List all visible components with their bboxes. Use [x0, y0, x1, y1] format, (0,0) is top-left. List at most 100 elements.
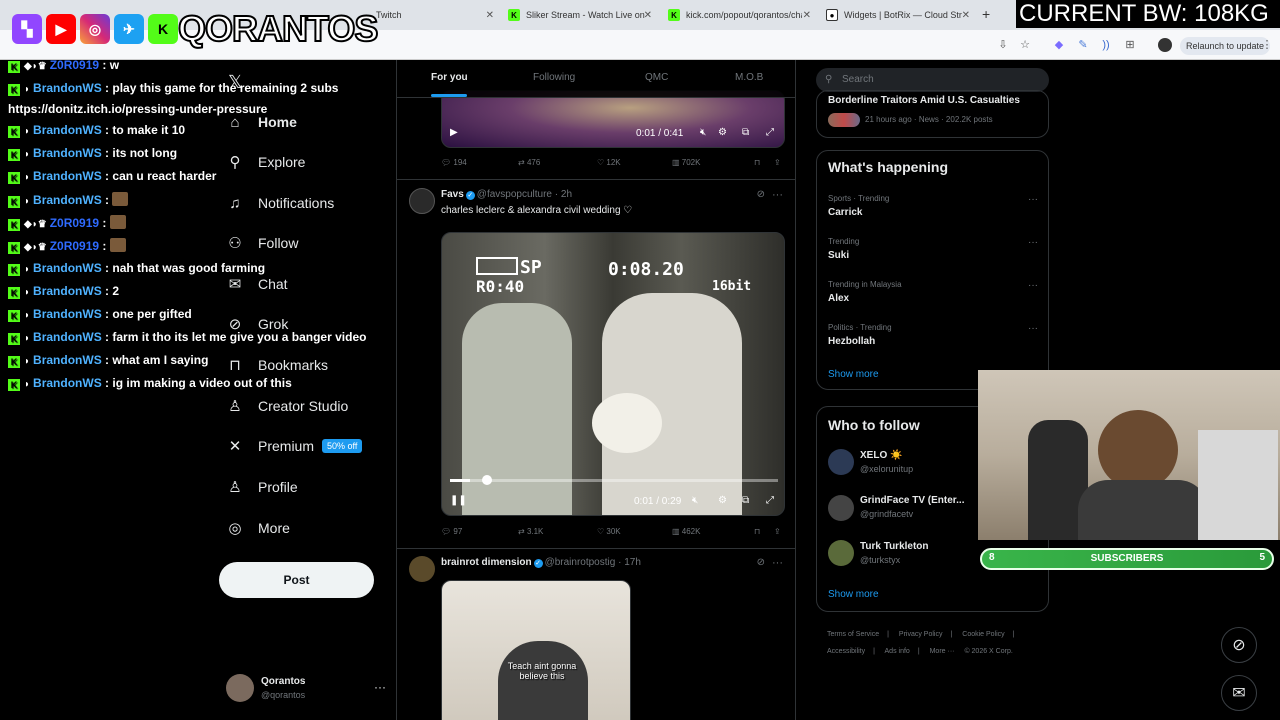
bookmark-icon[interactable]: ⊓ — [754, 158, 760, 167]
author-name[interactable]: Favs — [441, 189, 464, 200]
more-icon[interactable]: ··· — [772, 557, 783, 569]
follow-name[interactable]: XELO ☀️ — [860, 450, 902, 461]
pause-icon[interactable]: ❚❚ — [450, 495, 467, 506]
avatar[interactable] — [409, 188, 435, 214]
chat-username[interactable]: BrandonWS — [33, 81, 102, 95]
chat-username[interactable]: BrandonWS — [33, 353, 102, 367]
chat-username[interactable]: Z0R0919 — [50, 216, 99, 230]
avatar[interactable] — [828, 449, 854, 475]
tweet-video[interactable]: SP R0:40 0:08.20 16bit ❚❚ 0:01 / 0:29 🔇︎… — [441, 232, 785, 516]
chat-username[interactable]: BrandonWS — [33, 307, 102, 321]
tweet-video[interactable]: ▶ 0:01 / 0:41 🔇︎ ⚙ ⧉ ⤢ — [441, 90, 785, 148]
tab-following[interactable]: Following — [533, 72, 575, 83]
show-more-link[interactable]: Show more — [828, 369, 879, 380]
extension-icon[interactable]: ◆ — [1052, 38, 1066, 52]
grok-icon[interactable]: ⊘ — [757, 557, 765, 568]
follow-name[interactable]: GrindFace TV (Enter... — [860, 495, 964, 506]
chat-username[interactable]: Z0R0919 — [50, 58, 99, 72]
more-icon[interactable]: ··· — [1028, 323, 1038, 334]
more-icon[interactable]: ··· — [1028, 237, 1038, 248]
video-scrubber-handle[interactable] — [481, 475, 492, 485]
fullscreen-icon[interactable]: ⤢ — [766, 495, 774, 506]
messages-fab[interactable]: ✉ — [1221, 675, 1257, 711]
pip-icon[interactable]: ⧉ — [742, 495, 749, 506]
footer-link[interactable]: Accessibility — [827, 648, 865, 655]
like-button[interactable]: ♡ 30K — [597, 527, 621, 536]
chat-username[interactable]: BrandonWS — [33, 146, 102, 160]
author-name[interactable]: brainrot dimension — [441, 557, 532, 568]
chat-username[interactable]: BrandonWS — [33, 123, 102, 137]
account-switcher[interactable]: Qorantos @qorantos ··· — [226, 674, 390, 704]
chat-username[interactable]: BrandonWS — [33, 330, 102, 344]
chat-username[interactable]: BrandonWS — [33, 261, 102, 275]
views-stat[interactable]: ▥ 462K — [672, 527, 700, 536]
share-icon[interactable]: ⇪ — [774, 158, 781, 167]
chat-username[interactable]: BrandonWS — [33, 376, 102, 390]
browser-menu-icon[interactable]: ⋮ — [1260, 38, 1274, 52]
video-progress-track[interactable] — [450, 475, 778, 485]
chat-username[interactable]: Z0R0919 — [50, 239, 99, 253]
search-input[interactable]: ⚲ Search — [816, 68, 1049, 92]
grok-fab[interactable]: ⊘ — [1221, 627, 1257, 663]
browser-tab-botrix[interactable]: ● Widgets | BotRix — Cloud Strea ✕ — [826, 4, 970, 26]
settings-icon[interactable]: ⚙ — [718, 495, 727, 506]
mute-icon[interactable]: 🔇︎ — [692, 495, 698, 506]
avatar[interactable] — [409, 556, 435, 582]
browser-tab-twitch[interactable]: Twitch ✕ — [376, 4, 494, 26]
pip-icon[interactable]: ⧉ — [742, 127, 749, 138]
follow-name[interactable]: Turk Turkleton — [860, 541, 929, 552]
profile-avatar[interactable] — [1158, 38, 1172, 52]
browser-tab-sliker[interactable]: K Sliker Stream - Watch Live on K ✕ — [508, 4, 652, 26]
trend-item[interactable]: Alex — [828, 293, 849, 304]
tab-qmc[interactable]: QMC — [645, 72, 668, 83]
extension-icon[interactable]: ✎ — [1076, 38, 1090, 52]
tweet-video[interactable]: Teach aint gonna believe this — [441, 580, 631, 720]
reply-button[interactable]: 💬︎ 97 — [441, 527, 462, 536]
bookmark-icon[interactable]: ⊓ — [754, 527, 760, 536]
fullscreen-icon[interactable]: ⤢ — [766, 127, 774, 138]
views-stat[interactable]: ▥ 702K — [672, 158, 700, 167]
extensions-puzzle-icon[interactable]: ⊞ — [1123, 38, 1137, 52]
trend-item[interactable]: Suki — [828, 250, 849, 261]
post-button[interactable]: Post — [219, 562, 374, 598]
avatar[interactable] — [828, 540, 854, 566]
share-icon[interactable]: ⇪ — [774, 527, 781, 536]
more-icon[interactable]: ··· — [772, 189, 783, 201]
install-app-icon[interactable]: ⇩ — [996, 38, 1010, 52]
close-tab-icon[interactable]: ✕ — [486, 10, 494, 21]
tab-mob[interactable]: M.O.B — [735, 72, 763, 83]
browser-tab-kick-popout[interactable]: K kick.com/popout/qorantos/cha ✕ — [668, 4, 811, 26]
footer-link[interactable]: Terms of Service — [827, 631, 879, 638]
more-icon[interactable]: ··· — [374, 680, 386, 694]
avatar[interactable] — [828, 495, 854, 521]
sidebar-item-more[interactable]: ◎ More — [226, 513, 289, 543]
bookmark-star-icon[interactable]: ☆ — [1018, 38, 1032, 52]
like-button[interactable]: ♡ 12K — [597, 158, 621, 167]
footer-link[interactable]: Privacy Policy — [899, 631, 943, 638]
author-handle[interactable]: @brainrotpostig — [545, 557, 616, 568]
sidebar-item-premium[interactable]: ✕ Premium 50% off — [226, 431, 363, 461]
repost-button[interactable]: ⇄ 3.1K — [518, 527, 543, 536]
show-more-link[interactable]: Show more — [828, 589, 879, 600]
trend-item[interactable]: Hezbollah — [828, 336, 875, 347]
close-tab-icon[interactable]: ✕ — [803, 10, 811, 21]
trend-item[interactable]: Carrick — [828, 207, 862, 218]
chat-username[interactable]: BrandonWS — [33, 193, 102, 207]
chat-username[interactable]: BrandonWS — [33, 284, 102, 298]
tab-for-you[interactable]: For you — [431, 72, 468, 83]
tweet-time[interactable]: · 2h — [555, 189, 572, 200]
more-icon[interactable]: ··· — [1028, 280, 1038, 291]
mute-icon[interactable]: 🔇︎ — [700, 127, 706, 138]
relaunch-button[interactable]: Relaunch to update — [1180, 37, 1271, 55]
footer-link[interactable]: Ads info — [885, 648, 910, 655]
play-icon[interactable]: ▶ — [450, 127, 458, 138]
extension-icon[interactable]: )) — [1099, 38, 1113, 52]
author-handle[interactable]: @favspopculture — [477, 189, 552, 200]
close-tab-icon[interactable]: ✕ — [962, 10, 970, 21]
sidebar-item-profile[interactable]: ♙ Profile — [226, 472, 297, 502]
reply-button[interactable]: 💬︎ 194 — [441, 158, 467, 167]
footer-link[interactable]: More ··· — [930, 648, 955, 655]
settings-icon[interactable]: ⚙ — [718, 127, 727, 138]
chat-username[interactable]: BrandonWS — [33, 169, 102, 183]
tweet-time[interactable]: · 17h — [618, 557, 641, 568]
